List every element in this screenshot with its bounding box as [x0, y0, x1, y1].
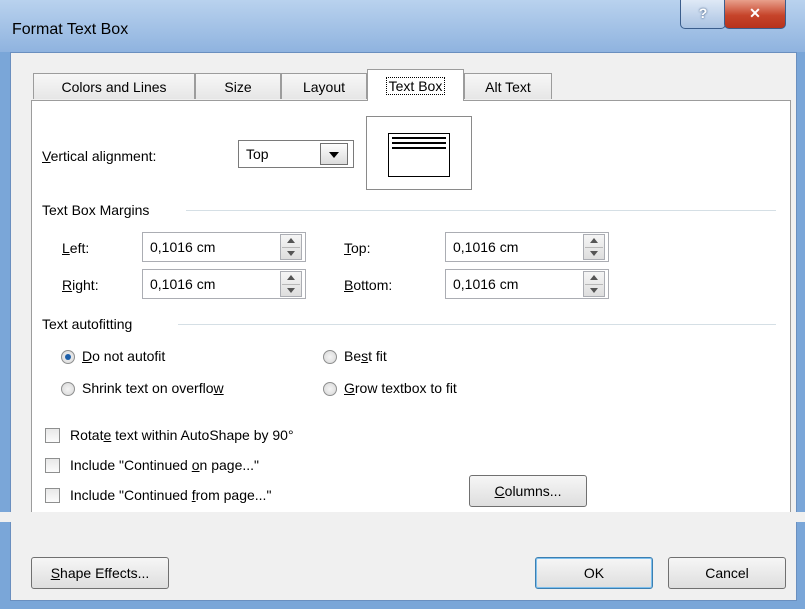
tab-layout[interactable]: Layout — [281, 73, 367, 99]
grow-textbox-radio[interactable] — [323, 382, 337, 396]
continued-from-post: rom page..." — [195, 487, 272, 503]
continued-on-post: n page..." — [199, 457, 259, 473]
rotate-text-label[interactable]: Rotate text within AutoShape by 90° — [70, 427, 294, 443]
shrink-text-radio[interactable] — [61, 382, 75, 396]
right-margin-label-rest: ight: — [72, 277, 99, 293]
spinner-divider — [585, 284, 603, 285]
columns-button[interactable]: Columns... — [469, 475, 587, 507]
continued-on-key: o — [191, 457, 200, 473]
shrink-text-label[interactable]: Shrink text on overflow — [82, 380, 224, 396]
bottom-margin-value: 0,1016 cm — [453, 276, 519, 292]
close-button[interactable]: ✕ — [724, 0, 786, 29]
right-margin-label: Right: — [62, 277, 99, 293]
cancel-button[interactable]: Cancel — [668, 557, 786, 589]
best-fit-label[interactable]: Best fit — [344, 348, 387, 364]
spinner-divider — [282, 284, 300, 285]
best-fit-radio[interactable] — [323, 350, 337, 364]
continued-on-pre: Include "Continued — [70, 457, 192, 473]
shape-effects-post: hape Effects... — [60, 565, 150, 581]
ok-button[interactable]: OK — [535, 557, 653, 589]
top-margin-value: 0,1016 cm — [453, 239, 519, 255]
bottom-margin-label: Bottom: — [344, 277, 392, 293]
top-margin-spinner-icon[interactable] — [583, 234, 605, 260]
shrink-text-key: w — [213, 380, 224, 396]
tab-size[interactable]: Size — [195, 73, 281, 99]
section-divider — [178, 324, 776, 325]
best-fit-post: t fit — [368, 348, 387, 364]
preview-text-line — [392, 137, 446, 139]
continued-from-pre: Include "Continued — [70, 487, 192, 503]
do-not-autofit-label[interactable]: Do not autofit — [82, 348, 165, 364]
left-margin-value: 0,1016 cm — [150, 239, 216, 255]
do-not-autofit-key: D — [82, 348, 93, 364]
tab-colors-and-lines[interactable]: Colors and Lines — [33, 73, 195, 99]
continued-from-label[interactable]: Include "Continued from page..." — [70, 487, 271, 503]
top-margin-label-key: T — [344, 240, 351, 256]
shrink-text-pre: Shrink text on overflo — [82, 380, 214, 396]
rotate-text-post: text within AutoShape by 90° — [111, 427, 294, 443]
shape-effects-key: S — [50, 565, 61, 581]
left-margin-label-rest: eft: — [69, 240, 90, 256]
vertical-alignment-label-key: V — [42, 148, 51, 164]
vertical-alignment-value: Top — [246, 146, 269, 162]
top-margin-label: Top: — [344, 240, 370, 256]
right-margin-spinner-icon[interactable] — [280, 271, 302, 297]
margins-section-title: Text Box Margins — [42, 202, 150, 218]
grow-textbox-post: row textbox to fit — [354, 380, 457, 396]
preview-text-line — [392, 142, 446, 144]
columns-key: C — [494, 483, 505, 499]
bottom-margin-spinner-icon[interactable] — [583, 271, 605, 297]
shape-effects-button[interactable]: Shape Effects... — [31, 557, 169, 589]
best-fit-pre: Be — [344, 348, 362, 364]
help-button[interactable]: ? — [680, 0, 726, 29]
do-not-autofit-post: o not autofit — [92, 348, 166, 364]
columns-post: olumns... — [504, 483, 562, 499]
tab-text-box-label: Text Box — [385, 77, 446, 95]
vertical-alignment-label-rest: ertical alignment: — [50, 148, 157, 164]
tab-alt-text[interactable]: Alt Text — [464, 73, 552, 99]
continued-on-checkbox[interactable] — [45, 458, 60, 473]
continued-from-checkbox[interactable] — [45, 488, 60, 503]
chevron-down-icon[interactable] — [320, 143, 348, 165]
spinner-divider — [585, 247, 603, 248]
right-margin-value: 0,1016 cm — [150, 276, 216, 292]
continued-on-label[interactable]: Include "Continued on page..." — [70, 457, 259, 473]
autofit-section-title: Text autofitting — [42, 316, 133, 332]
capture-gap — [0, 512, 805, 522]
preview-text-line — [392, 147, 446, 149]
bottom-margin-label-rest: ottom: — [353, 277, 393, 293]
spinner-divider — [282, 247, 300, 248]
preview-text-box — [388, 133, 450, 177]
left-margin-label-key: L — [62, 240, 70, 256]
top-margin-label-rest: op: — [351, 240, 371, 256]
vertical-alignment-label: Vertical alignment: — [42, 148, 156, 164]
left-margin-spinner-icon[interactable] — [280, 234, 302, 260]
rotate-text-checkbox[interactable] — [45, 428, 60, 443]
window-title: Format Text Box — [12, 21, 129, 38]
grow-textbox-label[interactable]: Grow textbox to fit — [344, 380, 457, 396]
grow-textbox-key: G — [344, 380, 355, 396]
do-not-autofit-radio[interactable] — [61, 350, 75, 364]
tab-text-box[interactable]: Text Box — [367, 69, 464, 101]
left-margin-label: Left: — [62, 240, 89, 256]
right-margin-label-key: R — [62, 277, 73, 293]
section-divider — [186, 210, 776, 211]
rotate-text-pre: Rotat — [70, 427, 104, 443]
bottom-margin-label-key: B — [344, 277, 354, 293]
